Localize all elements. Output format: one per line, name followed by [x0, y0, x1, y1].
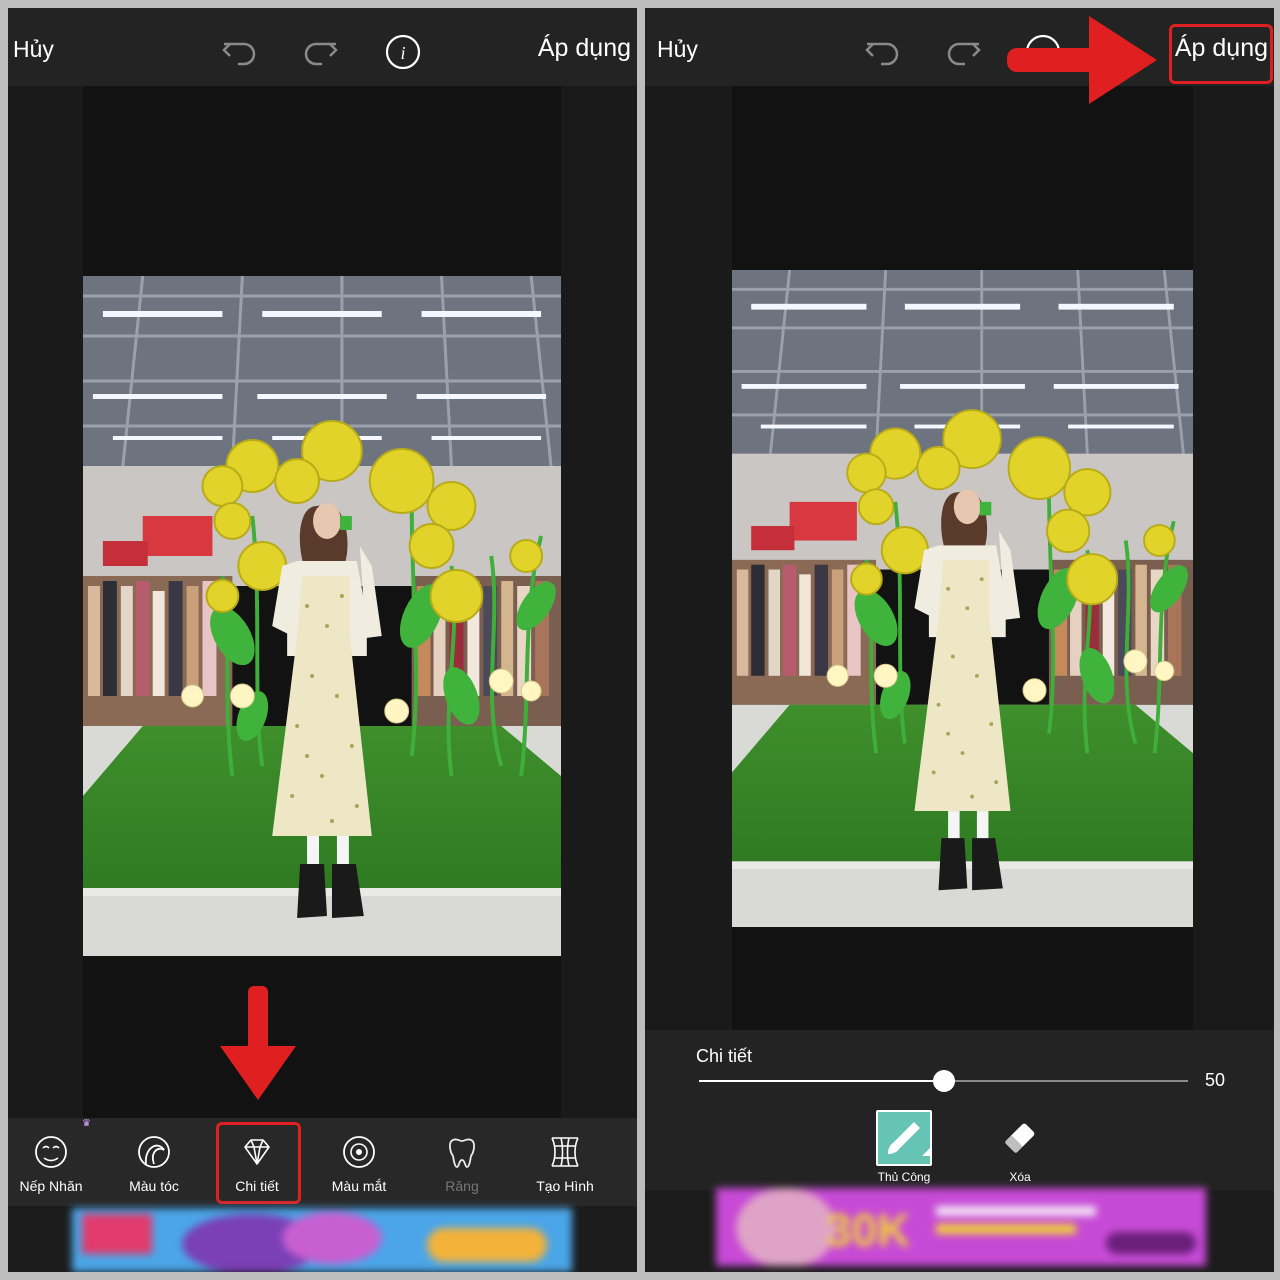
redo-icon[interactable] — [943, 32, 983, 72]
eraser-icon — [992, 1110, 1048, 1166]
editor-canvas — [645, 86, 1274, 1030]
detail-slider[interactable] — [699, 1070, 1188, 1092]
premium-crown-icon: ♛ — [82, 1118, 91, 1129]
slider-value: 50 — [1205, 1070, 1226, 1090]
editor-canvas — [8, 86, 637, 1118]
redo-icon[interactable] — [300, 32, 340, 72]
photo[interactable] — [83, 276, 561, 956]
tool-wrinkle[interactable]: Nếp Nhăn — [8, 1134, 101, 1194]
ad-banner[interactable]: 30K — [716, 1188, 1206, 1266]
tool-reshape[interactable]: Tạo Hình — [515, 1134, 615, 1194]
adjust-panel: Chi tiết 50 Thủ Công Xóa — [645, 1030, 1274, 1190]
cancel-button[interactable]: Hủy — [13, 36, 54, 63]
reshape-grid-icon — [551, 1137, 579, 1167]
brush-icon — [876, 1110, 932, 1166]
highlight-box — [1169, 24, 1273, 84]
photo[interactable] — [732, 270, 1193, 927]
mode-erase-button[interactable]: Xóa — [980, 1110, 1060, 1184]
highlight-box — [216, 1122, 301, 1204]
tool-hair-color[interactable]: Màu tóc — [104, 1134, 204, 1194]
cancel-button[interactable]: Hủy — [657, 36, 698, 63]
eye-color-icon — [343, 1136, 375, 1168]
slider-knob[interactable] — [933, 1070, 955, 1092]
slider-fill — [699, 1080, 944, 1082]
tool-teeth[interactable]: Răng — [412, 1134, 512, 1194]
adjust-label: Chi tiết — [696, 1046, 753, 1066]
annotation-arrow-down-icon — [220, 986, 296, 1100]
mode-manual-button[interactable]: Thủ Công — [864, 1110, 944, 1184]
ad-banner[interactable] — [72, 1208, 572, 1272]
top-bar: Hủy i Áp dụng — [8, 8, 637, 86]
tooth-icon — [449, 1138, 475, 1168]
undo-icon[interactable] — [863, 32, 903, 72]
info-icon[interactable]: i — [383, 32, 423, 72]
svg-text:i: i — [400, 43, 405, 63]
right-screen: Hủy Áp dụng Chi tiết 50 Thủ Công Xóa 30K — [645, 8, 1274, 1272]
tool-eye-color[interactable]: Màu mắt — [309, 1134, 409, 1194]
left-screen: Hủy i Áp dụng ♛ Nếp Nhăn Màu tóc Chi tiế… — [8, 8, 637, 1272]
apply-button[interactable]: Áp dụng — [538, 34, 631, 63]
hair-color-icon — [138, 1136, 170, 1168]
annotation-arrow-right-icon — [1007, 16, 1157, 104]
undo-icon[interactable] — [220, 32, 260, 72]
face-wrinkle-icon — [35, 1136, 67, 1168]
svg-text:30K: 30K — [826, 1204, 910, 1256]
tool-bar: ♛ Nếp Nhăn Màu tóc Chi tiết Màu mắt Răng… — [8, 1118, 637, 1206]
